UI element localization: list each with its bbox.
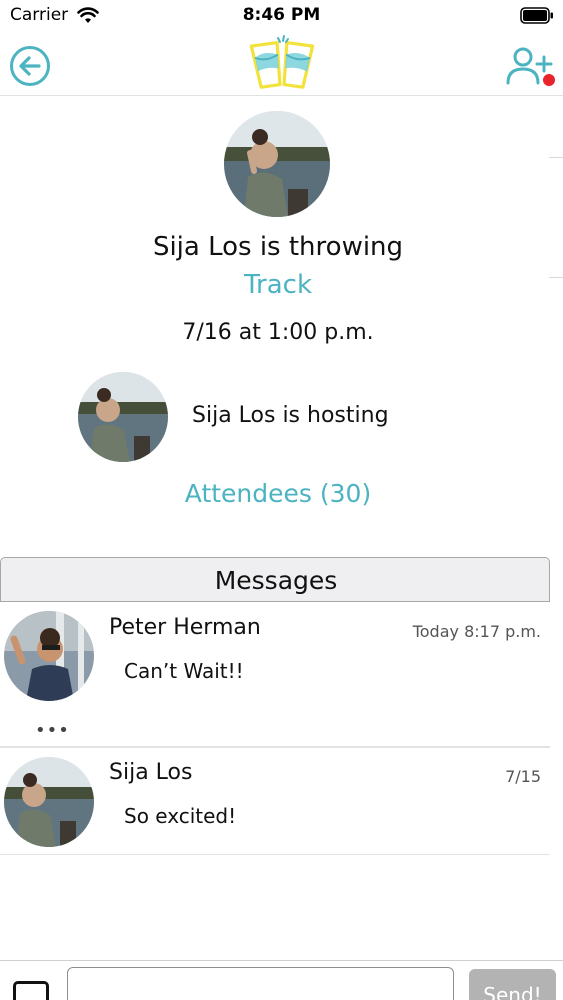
scroll-indicator-tick <box>549 157 563 158</box>
message-author-avatar[interactable] <box>4 757 94 847</box>
navigation-bar <box>0 34 563 96</box>
checkbox[interactable] <box>13 981 49 1000</box>
messages-title: Messages <box>214 566 338 595</box>
cheers-glasses-logo <box>249 35 315 89</box>
message-input[interactable] <box>67 967 454 1000</box>
message-text: Can’t Wait!! <box>124 659 244 683</box>
message-timestamp: Today 8:17 p.m. <box>412 622 541 641</box>
message-timestamp: 7/15 <box>505 767 541 786</box>
message-author-name: Sija Los <box>109 760 193 785</box>
scroll-indicator-tick <box>549 277 563 278</box>
message-composer: Send! <box>0 960 563 1000</box>
message-text: So excited! <box>124 804 237 828</box>
status-time: 8:46 PM <box>242 5 321 25</box>
host-hosting-text: Sija Los is hosting <box>192 403 389 428</box>
send-button[interactable]: Send! <box>469 969 556 1000</box>
host-avatar-large[interactable] <box>224 111 330 217</box>
message-author-name: Peter Herman <box>109 615 261 640</box>
message-item[interactable]: Peter Herman Today 8:17 p.m. Can’t Wait!… <box>0 603 550 748</box>
event-datetime: 7/16 at 1:00 p.m. <box>182 320 374 345</box>
back-arrow-icon[interactable] <box>9 45 51 87</box>
host-avatar-small[interactable] <box>78 372 168 462</box>
message-divider <box>0 854 550 855</box>
status-bar: Carrier 8:46 PM <box>0 0 563 34</box>
attendees-link[interactable]: Attendees (30) <box>0 479 556 508</box>
messages-header: Messages <box>0 557 550 602</box>
event-name-link[interactable]: Track <box>0 270 556 300</box>
message-item[interactable]: Sija Los 7/15 So excited! <box>0 748 550 854</box>
message-author-avatar[interactable] <box>4 611 94 701</box>
notification-badge <box>543 74 555 86</box>
battery-full-icon <box>520 7 553 24</box>
more-options-icon[interactable]: ••• <box>35 720 70 741</box>
host-throwing-text: Sija Los is throwing <box>152 232 404 262</box>
